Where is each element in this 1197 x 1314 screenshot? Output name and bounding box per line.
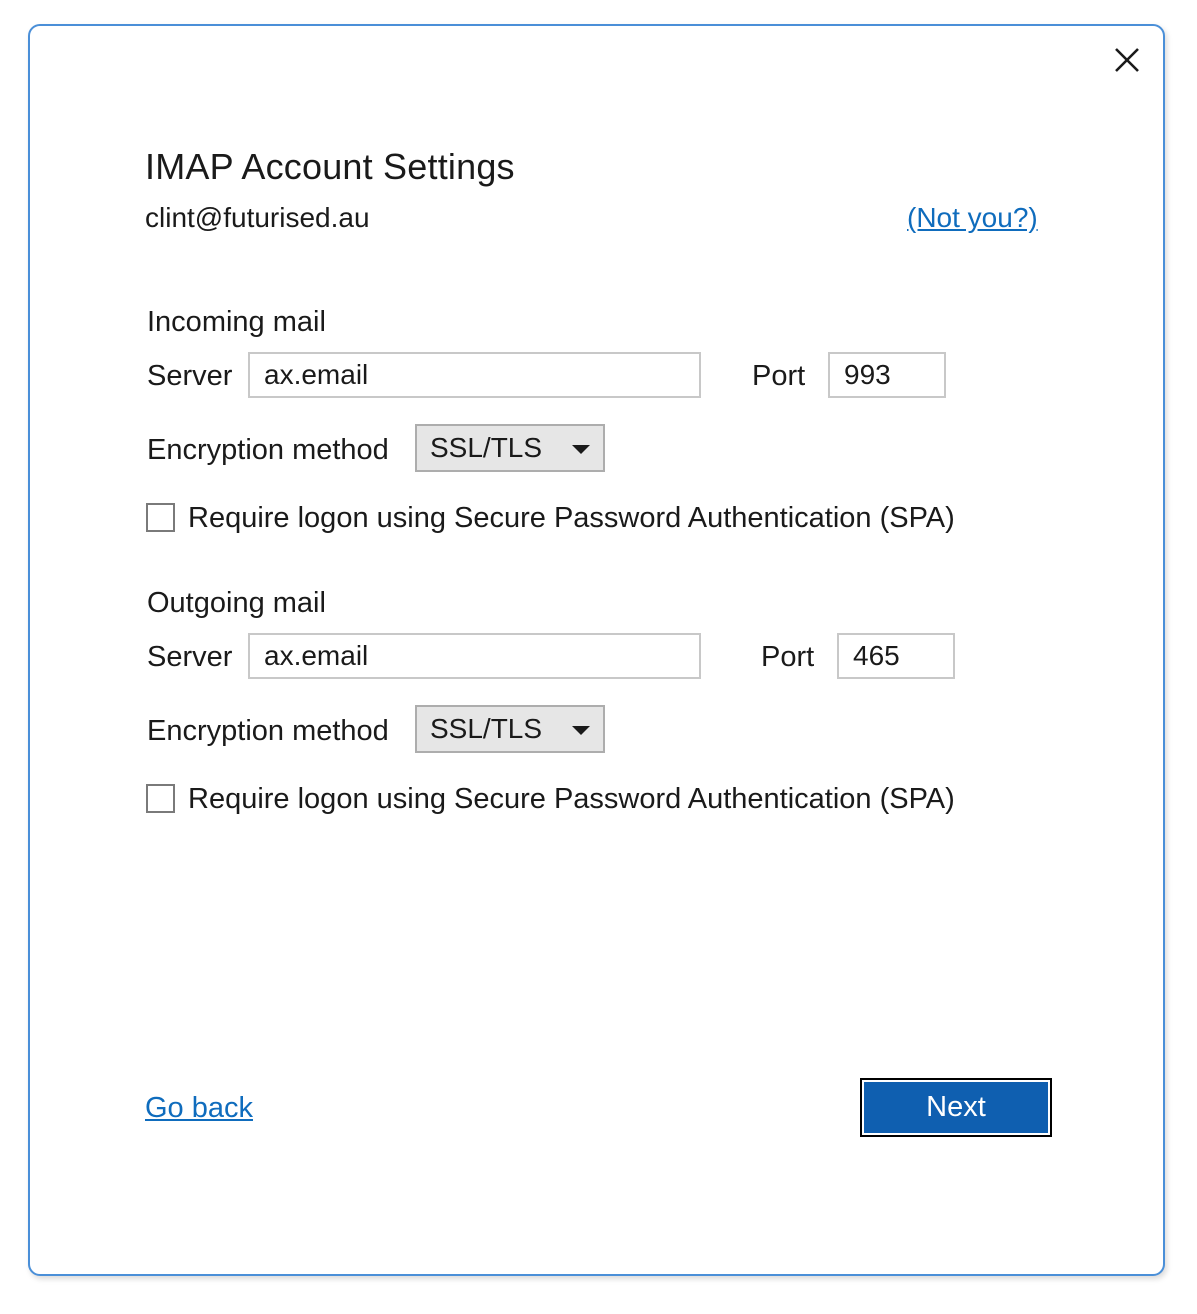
outgoing-spa-label: Require logon using Secure Password Auth… xyxy=(188,783,955,815)
next-button-label: Next xyxy=(864,1082,1048,1133)
outgoing-encryption-value: SSL/TLS xyxy=(430,713,543,744)
chevron-down-icon xyxy=(572,445,590,454)
incoming-spa-checkbox[interactable] xyxy=(146,503,175,532)
outgoing-mail-heading: Outgoing mail xyxy=(147,587,326,619)
dialog-title: IMAP Account Settings xyxy=(145,146,515,187)
account-email: clint@futurised.au xyxy=(145,202,370,233)
incoming-spa-label: Require logon using Secure Password Auth… xyxy=(188,502,955,534)
incoming-server-input[interactable]: ax.email xyxy=(248,352,701,398)
incoming-encryption-label: Encryption method xyxy=(147,434,389,466)
incoming-encryption-value: SSL/TLS xyxy=(430,432,543,463)
outgoing-port-label: Port xyxy=(761,641,815,673)
not-you-link[interactable]: (Not you?) xyxy=(907,202,1038,234)
next-button[interactable]: Next xyxy=(860,1078,1052,1137)
outgoing-spa-checkbox[interactable] xyxy=(146,784,175,813)
outgoing-server-input[interactable]: ax.email xyxy=(248,633,701,679)
incoming-port-label: Port xyxy=(752,360,806,392)
outgoing-encryption-label: Encryption method xyxy=(147,715,389,747)
go-back-link[interactable]: Go back xyxy=(145,1092,253,1125)
outgoing-encryption-select[interactable]: SSL/TLS xyxy=(415,705,605,753)
outgoing-server-label: Server xyxy=(147,641,233,673)
incoming-server-label: Server xyxy=(147,360,233,392)
chevron-down-icon xyxy=(572,726,590,735)
incoming-mail-heading: Incoming mail xyxy=(147,306,326,338)
close-icon[interactable] xyxy=(1113,46,1141,74)
outgoing-port-input[interactable]: 465 xyxy=(837,633,955,679)
incoming-port-input[interactable]: 993 xyxy=(828,352,946,398)
incoming-encryption-select[interactable]: SSL/TLS xyxy=(415,424,605,472)
